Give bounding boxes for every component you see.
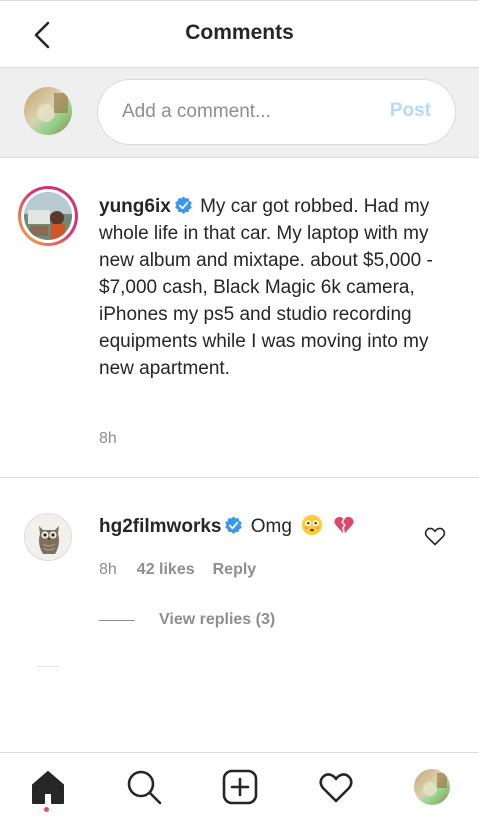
nav-activity[interactable] (316, 767, 356, 807)
home-icon (32, 771, 64, 804)
author-avatar (24, 192, 72, 240)
like-heart-icon[interactable] (423, 524, 447, 548)
nav-search[interactable] (124, 767, 164, 807)
caption-timestamp: 8h (99, 430, 117, 447)
search-icon (127, 770, 162, 805)
comment-timestamp: 8h (99, 561, 117, 578)
flushed-face-emoji (302, 514, 323, 536)
comment-field-container: Post (97, 79, 456, 145)
comment-text: hg2filmworks Omg (99, 513, 355, 540)
nav-home[interactable] (28, 767, 68, 807)
notification-dot (44, 807, 49, 812)
comment-body: Omg (250, 516, 292, 537)
replies-divider (99, 620, 135, 621)
current-user-avatar (24, 87, 72, 135)
broken-heart-emoji (333, 516, 354, 534)
post-button[interactable]: Post (390, 100, 431, 122)
caption-text: yung6ix My car got robbed. Had my whole … (99, 193, 439, 382)
commenter-avatar[interactable] (24, 513, 72, 561)
caption-body: My car got robbed. Had my whole life in … (99, 196, 433, 379)
author-story-ring[interactable] (18, 186, 78, 246)
post-caption: yung6ix My car got robbed. Had my whole … (0, 158, 479, 478)
next-comment-edge (36, 666, 60, 667)
comment-input[interactable] (122, 80, 372, 144)
page-title: Comments (185, 21, 294, 44)
comment-likes-link[interactable]: 42 likes (137, 561, 195, 579)
top-bar: Comments (0, 0, 479, 68)
new-post-icon (222, 769, 258, 805)
activity-heart-icon (319, 773, 353, 803)
verified-badge-icon (175, 196, 192, 215)
profile-avatar (414, 769, 450, 805)
reply-button[interactable]: Reply (213, 561, 257, 579)
commenter-username[interactable]: hg2filmworks (99, 516, 221, 537)
view-replies-button[interactable]: View replies (3) (159, 611, 275, 629)
author-username[interactable]: yung6ix (99, 196, 171, 217)
bottom-navigation (0, 752, 479, 819)
nav-new-post[interactable] (220, 767, 260, 807)
nav-profile[interactable] (412, 767, 452, 807)
comment-item: hg2filmworks Omg 8h 42 likes Reply View … (0, 478, 479, 678)
verified-badge-icon (225, 516, 243, 535)
comment-composer: Post (0, 68, 479, 158)
comment-meta: 8h 42 likes Reply (99, 561, 256, 579)
